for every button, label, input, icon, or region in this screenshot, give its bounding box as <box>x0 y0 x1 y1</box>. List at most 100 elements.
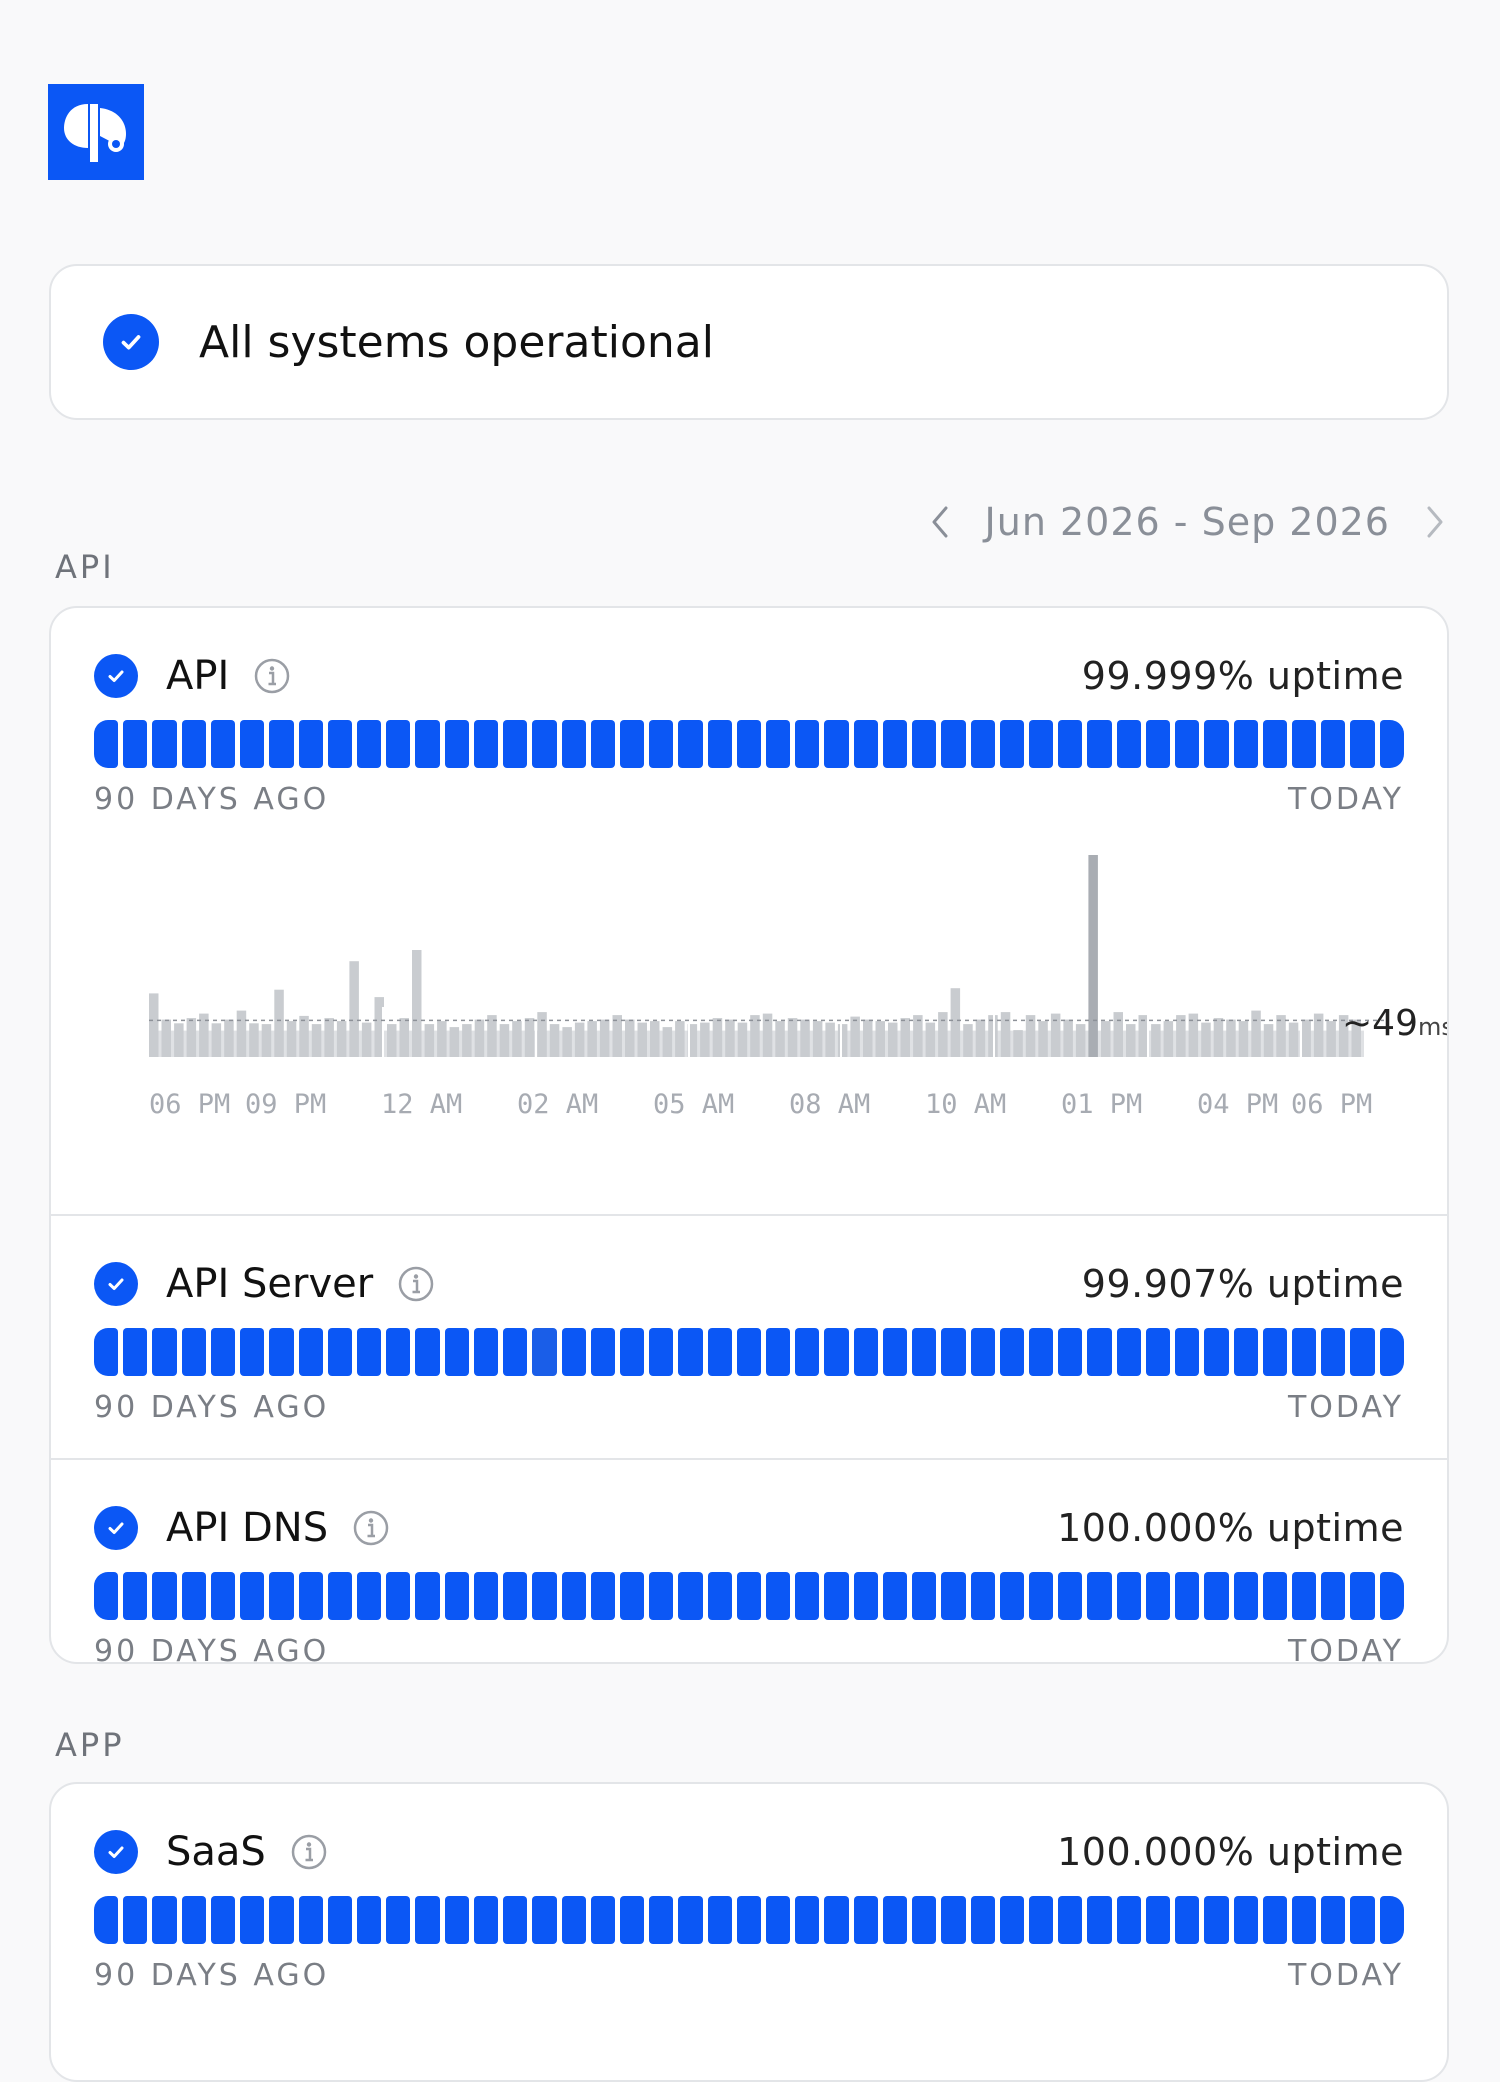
latency-bar[interactable] <box>1025 1015 1036 1057</box>
latency-bar[interactable] <box>1151 1024 1161 1057</box>
latency-bar[interactable] <box>863 1019 873 1057</box>
uptime-day-bar[interactable] <box>386 1328 411 1376</box>
uptime-day-bar[interactable] <box>503 1328 528 1376</box>
uptime-day-bar[interactable] <box>853 1896 878 1944</box>
uptime-day-bar[interactable] <box>1204 1572 1229 1620</box>
latency-bar[interactable] <box>775 1021 785 1057</box>
uptime-day-bar[interactable] <box>678 720 703 768</box>
info-icon[interactable] <box>352 1509 390 1547</box>
uptime-day-bar[interactable] <box>707 1896 732 1944</box>
latency-bar[interactable] <box>261 1024 272 1057</box>
latency-bar[interactable] <box>637 1022 648 1057</box>
latency-bar[interactable] <box>361 1022 372 1057</box>
uptime-day-bar[interactable] <box>298 1572 323 1620</box>
uptime-day-bar[interactable] <box>1116 720 1141 768</box>
uptime-day-bar[interactable] <box>240 1896 265 1944</box>
latency-bar[interactable] <box>1101 1021 1111 1057</box>
uptime-day-bar[interactable] <box>912 720 937 768</box>
uptime-day-bar[interactable] <box>532 1572 557 1620</box>
latency-bar[interactable] <box>1226 1019 1236 1057</box>
latency-bar[interactable] <box>700 1022 710 1057</box>
latency-bar[interactable] <box>650 1021 660 1057</box>
latency-bar[interactable] <box>1238 1021 1249 1057</box>
uptime-day-bar[interactable] <box>1175 1572 1200 1620</box>
uptime-day-bar[interactable] <box>853 1572 878 1620</box>
uptime-day-bar[interactable] <box>356 1328 382 1376</box>
latency-bar[interactable] <box>1288 1022 1299 1057</box>
latency-bar[interactable] <box>975 1019 986 1057</box>
uptime-day-bar[interactable] <box>795 720 820 768</box>
uptime-day-bar[interactable] <box>1029 1896 1054 1944</box>
uptime-day-bar[interactable] <box>619 1896 645 1944</box>
uptime-day-bar[interactable] <box>298 1328 323 1376</box>
uptime-day-bar[interactable] <box>1175 720 1200 768</box>
uptime-day-bar[interactable] <box>1029 1328 1054 1376</box>
latency-bar[interactable] <box>562 1027 572 1057</box>
uptime-day-bar[interactable] <box>736 1896 762 1944</box>
uptime-day-bar[interactable] <box>970 1572 995 1620</box>
latency-bar[interactable] <box>211 1023 222 1057</box>
latency-bar[interactable] <box>925 1022 936 1057</box>
uptime-day-bar[interactable] <box>1116 1896 1141 1944</box>
uptime-day-bar[interactable] <box>1145 1328 1171 1376</box>
latency-bar[interactable] <box>1063 1019 1073 1057</box>
uptime-day-bar[interactable] <box>1291 1572 1317 1620</box>
latency-bar[interactable] <box>812 1021 823 1057</box>
latency-bar[interactable] <box>574 1022 585 1057</box>
chevron-right-icon[interactable] <box>1420 502 1450 542</box>
uptime-day-bar[interactable] <box>386 1572 411 1620</box>
uptime-day-bar[interactable] <box>123 1896 148 1944</box>
latency-bar[interactable] <box>1213 1018 1224 1057</box>
uptime-day-bar[interactable] <box>210 1572 236 1620</box>
latency-bar[interactable] <box>249 1023 259 1057</box>
uptime-day-bar[interactable] <box>853 1328 878 1376</box>
uptime-day-bar[interactable] <box>590 1896 615 1944</box>
uptime-day-bar[interactable] <box>1291 1328 1317 1376</box>
latency-bar[interactable] <box>1000 1012 1011 1057</box>
uptime-day-bar[interactable] <box>999 1328 1024 1376</box>
uptime-day-bar[interactable] <box>1233 1572 1258 1620</box>
uptime-day-bar[interactable] <box>795 1328 820 1376</box>
uptime-day-bar[interactable] <box>649 1328 674 1376</box>
uptime-day-bar[interactable] <box>415 1896 440 1944</box>
info-icon[interactable] <box>290 1833 328 1871</box>
uptime-day-bar[interactable] <box>941 1328 966 1376</box>
uptime-day-bar[interactable] <box>386 1896 411 1944</box>
latency-bar[interactable] <box>612 1015 623 1057</box>
uptime-day-bar[interactable] <box>1379 1896 1404 1944</box>
uptime-day-bar[interactable] <box>532 720 557 768</box>
uptime-day-bar[interactable] <box>941 720 966 768</box>
latency-bar[interactable] <box>186 1018 197 1057</box>
uptime-day-bar[interactable] <box>912 1328 937 1376</box>
uptime-day-bar[interactable] <box>444 1896 469 1944</box>
latency-bar[interactable] <box>587 1021 597 1057</box>
uptime-day-bar[interactable] <box>1145 1896 1171 1944</box>
uptime-day-bar[interactable] <box>503 1896 528 1944</box>
uptime-day-bar[interactable] <box>1204 720 1229 768</box>
uptime-day-bar[interactable] <box>327 1328 352 1376</box>
uptime-day-bar[interactable] <box>181 1572 206 1620</box>
info-icon[interactable] <box>253 657 291 695</box>
latency-bar[interactable] <box>1088 855 1098 1057</box>
latency-bar[interactable] <box>449 1027 460 1057</box>
latency-bar[interactable] <box>1176 1015 1186 1057</box>
latency-bar[interactable] <box>900 1018 911 1057</box>
latency-bar[interactable] <box>662 1027 673 1057</box>
latency-bar[interactable] <box>311 1024 322 1057</box>
uptime-day-bar[interactable] <box>1379 1572 1404 1620</box>
uptime-day-bar[interactable] <box>1029 1572 1054 1620</box>
uptime-day-bar[interactable] <box>269 1328 294 1376</box>
uptime-day-bar[interactable] <box>1145 720 1171 768</box>
latency-bar[interactable] <box>1201 1022 1211 1057</box>
uptime-day-bar[interactable] <box>415 1328 440 1376</box>
latency-bar[interactable] <box>549 1024 560 1057</box>
uptime-day-bar[interactable] <box>882 720 908 768</box>
latency-bar[interactable] <box>625 1019 635 1057</box>
uptime-day-bar[interactable] <box>503 1572 528 1620</box>
uptime-day-bar[interactable] <box>123 720 148 768</box>
uptime-day-bar[interactable] <box>152 1328 177 1376</box>
latency-bar[interactable] <box>174 1023 184 1057</box>
latency-bar[interactable] <box>1138 1015 1149 1057</box>
uptime-day-bar[interactable] <box>444 1572 469 1620</box>
uptime-day-bar[interactable] <box>970 720 995 768</box>
